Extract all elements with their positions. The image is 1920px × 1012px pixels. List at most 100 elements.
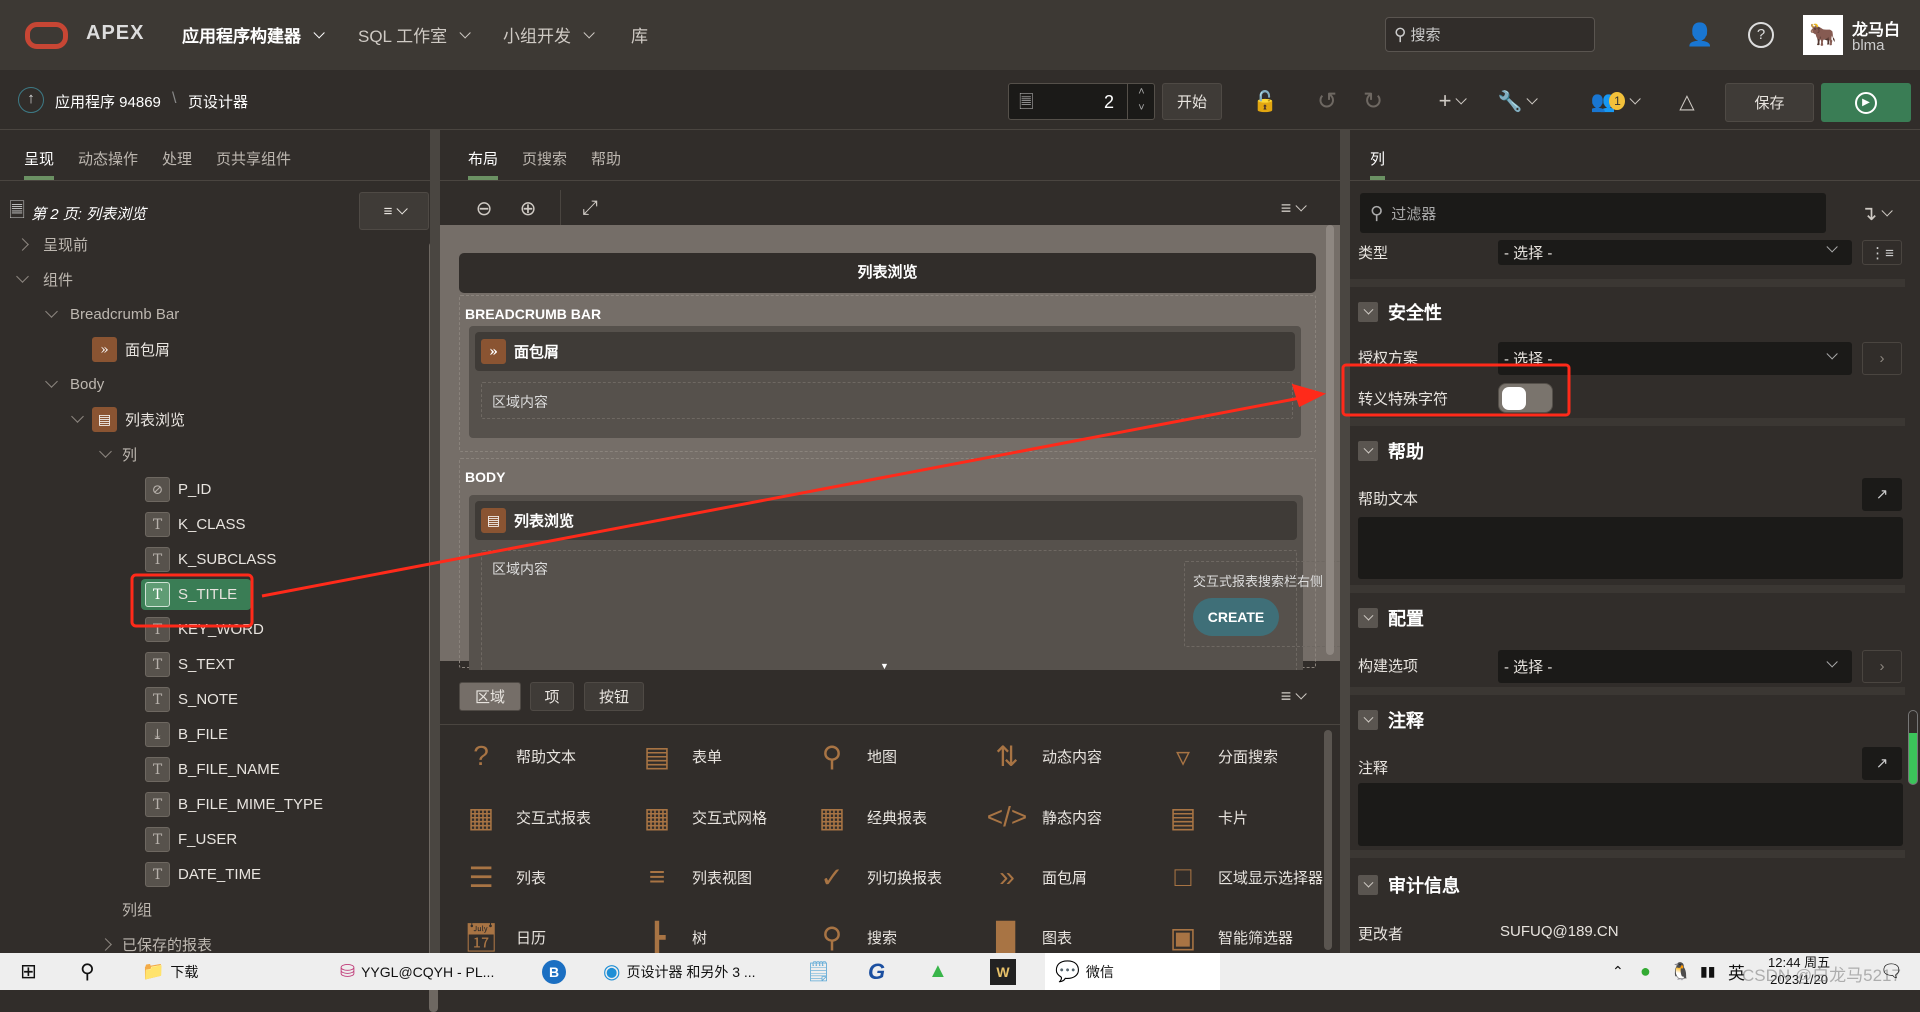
gallery-item[interactable]: » 面包屑 (986, 856, 1087, 898)
go-to-auth-button[interactable]: › (1862, 342, 1902, 375)
splitter-right[interactable] (1340, 130, 1350, 953)
page-node[interactable]: 🗏︎ 第 2 页: 列表浏览 (9, 196, 146, 230)
list-values-icon[interactable]: ⋮≡ (1862, 240, 1902, 265)
comments-textarea[interactable] (1358, 783, 1903, 846)
gallery-item[interactable]: □ 区域显示选择器 (1162, 856, 1323, 898)
gallery-item[interactable]: ▣ 智能筛选器 (1162, 916, 1293, 958)
tree-menu-button[interactable]: ≡ (359, 192, 429, 230)
tree-node[interactable]: T K_SUBCLASS (0, 542, 425, 577)
shared-components-icon[interactable]: △ (1672, 86, 1702, 116)
layout-menu-icon[interactable]: ≡ (1272, 194, 1312, 222)
property-filter-input[interactable]: ⚲ 过滤器 (1360, 193, 1826, 233)
gallery-item[interactable]: ≡ 列表视图 (636, 856, 752, 898)
tab-page-search[interactable]: 页搜索 (510, 130, 579, 180)
auth-scheme-select[interactable]: - 选择 - (1498, 342, 1852, 375)
tree-node[interactable]: 组件 (0, 262, 425, 297)
tray-chevron-icon[interactable]: ⌃ (1612, 953, 1624, 990)
tree-node[interactable]: T F_USER (0, 822, 425, 857)
taskbar-app-shapes[interactable]: ▲ (928, 953, 948, 990)
undo-icon[interactable]: ↺ (1312, 86, 1342, 116)
redo-icon[interactable]: ↻ (1358, 86, 1388, 116)
start-button[interactable]: 开始 (1162, 83, 1222, 120)
expand-editor-icon[interactable]: ↗ (1862, 747, 1902, 780)
save-button[interactable]: 保存 (1725, 83, 1814, 122)
chevron-right-icon[interactable] (16, 238, 29, 251)
tree-node[interactable]: ▤ 列表浏览 (0, 402, 425, 437)
menu-app-builder[interactable]: 应用程序构建器 (182, 22, 325, 47)
collapse-icon[interactable] (1358, 302, 1378, 322)
up-arrow-icon[interactable]: ↑ (18, 87, 44, 113)
tree-node[interactable]: ⊘ P_ID (0, 472, 425, 507)
taskbar-plsql[interactable]: ⛁ YYGL@CQYH - PL... (340, 953, 494, 990)
section-header[interactable]: 帮助 (1358, 438, 1424, 464)
collapse-icon[interactable] (1358, 441, 1378, 461)
breadcrumb-bar-position[interactable]: BREADCRUMB BAR » 面包屑 区域内容 (459, 295, 1316, 452)
tree-node[interactable]: T B_FILE_MIME_TYPE (0, 787, 425, 822)
tree-node[interactable]: T B_FILE_NAME (0, 752, 425, 787)
tray-app-icon[interactable]: ● (1640, 953, 1651, 990)
go-to-group-icon[interactable]: ↴ (1850, 198, 1900, 228)
tree-node[interactable]: T S_NOTE (0, 682, 425, 717)
help-icon[interactable]: ? (1748, 22, 1774, 48)
tree-node[interactable]: 列组 (0, 892, 425, 927)
unlock-icon[interactable]: 🔓 (1250, 86, 1280, 116)
collapse-icon[interactable] (1358, 710, 1378, 730)
section-header[interactable]: 配置 (1358, 605, 1424, 631)
tab-rendering[interactable]: 呈现 (12, 130, 66, 180)
gallery-item[interactable]: ▦ 交互式报表 (460, 796, 591, 838)
tab-column[interactable]: 列 (1358, 130, 1397, 180)
tree-node[interactable]: » 面包屑 (0, 332, 425, 367)
zoom-out-icon[interactable]: ⊖ (470, 194, 498, 222)
taskbar-edge[interactable]: ◉ 页设计器 和另外 3 ... (603, 953, 756, 990)
tree-node[interactable]: 列 (0, 437, 425, 472)
taskbar-app-g[interactable]: G (868, 953, 885, 990)
tab-dynamic-actions[interactable]: 动态操作 (66, 130, 150, 180)
gallery-item[interactable]: 📅︎ 日历 (460, 916, 546, 958)
gallery-item[interactable]: ? 帮助文本 (460, 735, 576, 777)
tree-node[interactable]: T S_TEXT (0, 647, 425, 682)
tree-node[interactable]: 呈现前 (0, 227, 425, 262)
gallery-tab-regions[interactable]: 区域 (459, 682, 521, 711)
gallery-item[interactable]: ▤ 卡片 (1162, 796, 1248, 838)
gallery-item[interactable]: ⚲ 搜索 (811, 916, 897, 958)
page-stepper[interactable]: ˄ ˅ (1127, 84, 1155, 119)
properties-scrollbar[interactable] (1908, 710, 1918, 785)
battery-icon[interactable]: ▮▮ (1700, 953, 1715, 990)
run-button[interactable]: ▶ (1821, 83, 1911, 122)
body-position[interactable]: BODY ▤ 列表浏览 区域内容 交互式报表搜索栏右侧 CREATE (459, 458, 1354, 680)
gallery-item[interactable]: ⇅ 动态内容 (986, 735, 1102, 777)
breadcrumb-region[interactable]: » 面包屑 区域内容 (469, 326, 1301, 438)
create-button[interactable]: CREATE (1193, 598, 1279, 636)
gallery-item[interactable]: ▿ 分面搜索 (1162, 735, 1278, 777)
utilities-wrench-button[interactable]: 🔧 (1494, 86, 1539, 116)
create-menu-button[interactable]: + (1428, 86, 1474, 116)
tab-processing[interactable]: 处理 (150, 130, 204, 180)
gallery-item[interactable]: ⚲ 地图 (811, 735, 897, 777)
help-text-textarea[interactable] (1358, 517, 1903, 579)
qq-icon[interactable]: 🐧 (1670, 953, 1691, 990)
tab-layout[interactable]: 布局 (456, 130, 510, 180)
search-icon[interactable]: ⚲ (80, 953, 95, 990)
gallery-menu-icon[interactable]: ≡ (1272, 682, 1312, 710)
build-option-select[interactable]: - 选择 - (1498, 650, 1852, 683)
escape-special-chars-toggle[interactable] (1498, 383, 1553, 413)
expand-editor-icon[interactable]: ↗ (1862, 478, 1902, 511)
gallery-item[interactable]: ▤ 表单 (636, 735, 722, 777)
gallery-tab-buttons[interactable]: 按钮 (584, 682, 644, 711)
gallery-tab-items[interactable]: 项 (530, 682, 574, 711)
gallery-item[interactable]: ✓ 列切换报表 (811, 856, 942, 898)
menu-gallery[interactable]: 库 (631, 22, 648, 47)
gallery-item[interactable]: ┣ 树 (636, 916, 707, 958)
section-header[interactable]: 审计信息 (1358, 872, 1460, 898)
report-region[interactable]: ▤ 列表浏览 区域内容 交互式报表搜索栏右侧 CREATE (469, 495, 1354, 680)
chevron-right-icon[interactable] (99, 938, 112, 951)
chevron-down-icon[interactable] (71, 410, 84, 423)
page-icon[interactable]: 🗏︎ (1019, 90, 1033, 120)
canvas-scrollbar[interactable] (1326, 225, 1334, 655)
apex-logo-text[interactable]: APEX (86, 22, 144, 45)
section-header[interactable]: 安全性 (1358, 299, 1442, 325)
taskbar-wechat[interactable]: 💬 微信 (1045, 953, 1220, 990)
menu-team-dev[interactable]: 小组开发 (503, 22, 595, 47)
taskbar-wps[interactable]: W (990, 953, 1016, 990)
taskbar-downloads[interactable]: 📁 下载 (142, 953, 198, 990)
